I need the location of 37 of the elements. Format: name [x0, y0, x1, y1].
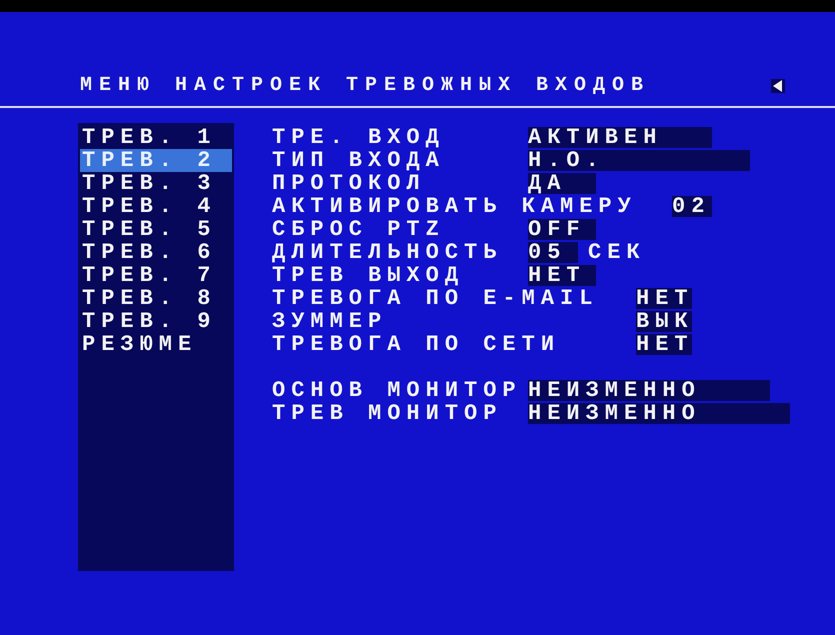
setting-value[interactable]: Н.О.	[528, 150, 750, 171]
alarm-list-item[interactable]: ТРЕВ. 1	[80, 126, 232, 149]
back-arrow-icon[interactable]	[771, 79, 785, 93]
setting-label: ТРЕВ МОНИТОР	[272, 402, 504, 425]
setting-value[interactable]: 02	[672, 196, 712, 217]
alarm-list-item[interactable]: ТРЕВ. 2	[80, 149, 232, 172]
setting-label: ТРЕВОГА ПО E-MAIL	[272, 287, 600, 310]
setting-label: ТИП ВХОДА	[272, 149, 446, 172]
alarm-list-item[interactable]: ТРЕВ. 3	[80, 172, 232, 195]
setting-label: ОСНОВ МОНИТОР	[272, 379, 523, 402]
setting-value[interactable]: 05	[528, 242, 578, 263]
menu-title: МЕНЮ НАСТРОЕК ТРЕВОЖНЫХ ВХОДОВ	[80, 73, 650, 99]
alarm-list-item[interactable]: ТРЕВ. 8	[80, 287, 232, 310]
setting-label: ТРЕ. ВХОД	[272, 126, 446, 149]
setting-value[interactable]: НЕТ	[636, 334, 692, 355]
setting-value[interactable]: НЕТ	[636, 288, 692, 309]
setting-label: АКТИВИРОВАТЬ КАМЕРУ	[272, 195, 638, 218]
alarm-list-item[interactable]: ТРЕВ. 5	[80, 218, 232, 241]
setting-value[interactable]: НЕТ	[528, 265, 596, 286]
alarm-list-item[interactable]: ТРЕВ. 4	[80, 195, 232, 218]
setting-label: ЗУММЕР	[272, 310, 388, 333]
setting-value[interactable]: НЕИЗМЕННО	[528, 380, 770, 401]
setting-value[interactable]: OFF	[528, 219, 596, 240]
alarm-list-item[interactable]: ТРЕВ. 6	[80, 241, 232, 264]
setting-label: СБРОС PTZ	[272, 218, 446, 241]
setting-value[interactable]: НЕИЗМЕННО	[528, 403, 790, 424]
alarm-list-item[interactable]: РЕЗЮМЕ	[80, 333, 232, 356]
setting-label: ПРОТОКОЛ	[272, 172, 427, 195]
setting-label: ДЛИТЕЛЬНОСТЬ	[272, 241, 504, 264]
unit-label: СЕК	[588, 241, 646, 264]
alarm-list-item[interactable]: ТРЕВ. 9	[80, 310, 232, 333]
setting-label: ТРЕВ ВЫХОД	[272, 264, 466, 287]
alarm-list-item[interactable]: ТРЕВ. 7	[80, 264, 232, 287]
setting-label: ТРЕВОГА ПО СЕТИ	[272, 333, 562, 356]
setting-value[interactable]: ДА	[528, 173, 596, 194]
setting-value[interactable]: АКТИВЕН	[528, 127, 712, 148]
setting-value[interactable]: ВЫК	[636, 311, 692, 332]
